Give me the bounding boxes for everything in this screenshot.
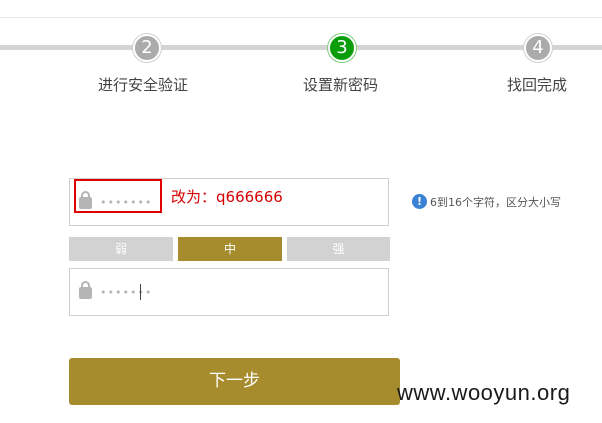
lock-icon: [79, 281, 92, 299]
step-3-circle: 3: [328, 34, 356, 62]
strength-medium: 中: [178, 237, 282, 261]
annotation-text: 改为：q666666: [171, 188, 283, 206]
confirm-password-field[interactable]: •••••••: [69, 268, 389, 316]
confirm-password-masked-value: •••••••: [100, 286, 153, 299]
step-4-circle: 4: [524, 34, 552, 62]
next-step-button[interactable]: 下一步: [69, 358, 400, 405]
step-3-label: 设置新密码: [303, 76, 379, 94]
info-icon: !: [412, 194, 427, 209]
annotation-highlight-box: [74, 179, 162, 213]
top-divider: [0, 17, 602, 18]
step-2-label: 进行安全验证: [98, 76, 189, 94]
password-rule-hint: 6到16个字符，区分大小写: [430, 196, 561, 209]
progress-track: [0, 45, 602, 50]
step-4-label: 找回完成: [507, 76, 568, 94]
strength-strong: 强: [287, 237, 390, 261]
strength-weak: 弱: [69, 237, 173, 261]
text-caret: [140, 284, 141, 300]
watermark: www.wooyun.org: [397, 380, 571, 405]
step-2-circle: 2: [133, 34, 161, 62]
